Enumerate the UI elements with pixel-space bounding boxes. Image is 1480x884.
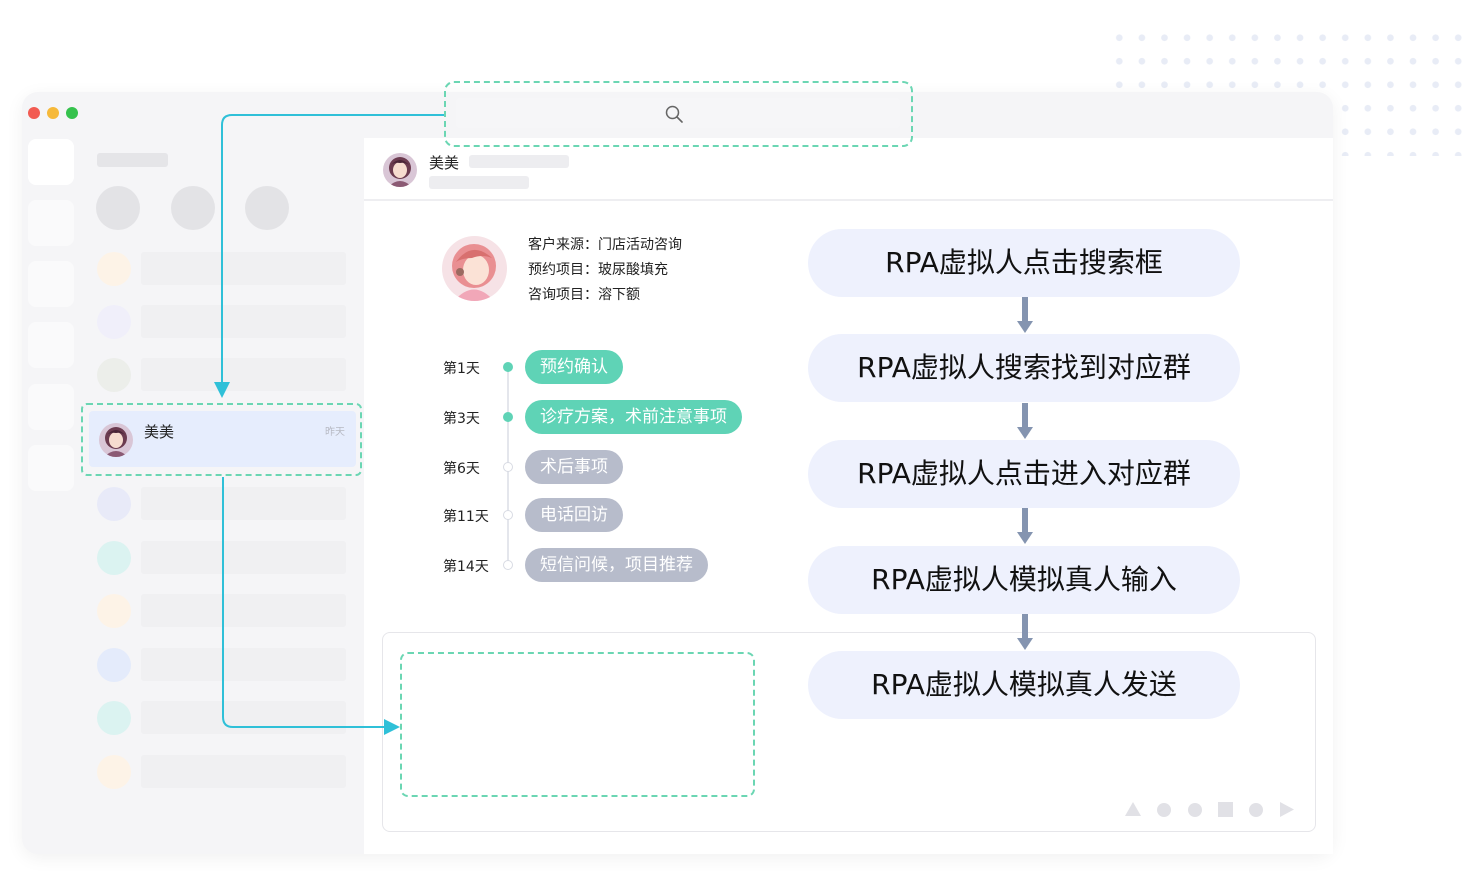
connector-conversation-to-input	[222, 477, 386, 728]
connector-arrowhead-icon	[384, 719, 400, 735]
connector-search-to-conversation	[221, 114, 444, 384]
connector-arrowhead-icon	[214, 382, 230, 398]
connector-lines	[214, 114, 444, 735]
